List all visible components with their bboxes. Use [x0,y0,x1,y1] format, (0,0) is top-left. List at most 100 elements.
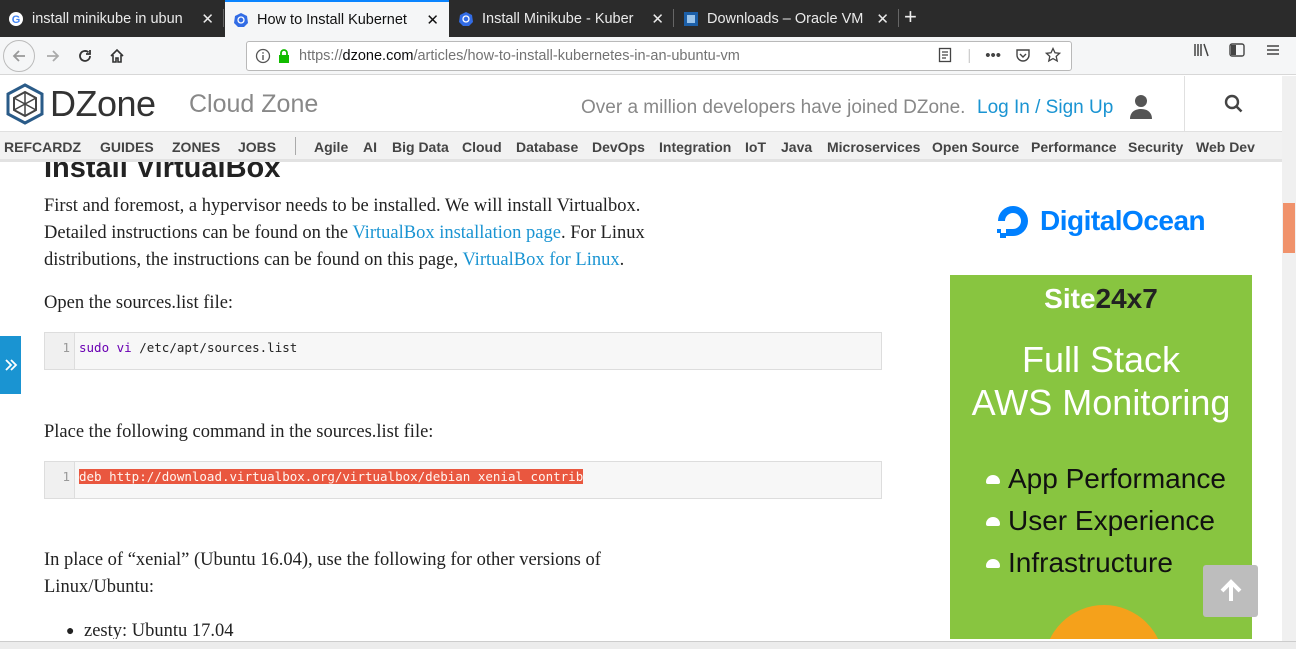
library-icon[interactable] [1192,41,1210,59]
code-keyword: vi [116,340,132,355]
ad-headline-2: AWS Monitoring [971,382,1231,423]
topic-big-data[interactable]: Big Data [392,139,449,155]
digitalocean-wordmark: DigitalOcean [1040,205,1206,236]
ad-list-item: User Experience [986,505,1215,537]
tab-dzone-article[interactable]: How to Install Kubernet ✕ [225,0,449,37]
toolbar-right [1192,41,1296,59]
digitalocean-logo[interactable]: DigitalOcean [994,202,1206,240]
virtualbox-linux-link[interactable]: VirtualBox for Linux [462,250,619,270]
intro-text-3: . For Linux [560,223,645,243]
lock-icon [279,49,289,63]
tab-oracle-downloads[interactable]: Downloads – Oracle VM ✕ [675,0,899,37]
dzone-logo[interactable]: DZone [4,83,156,125]
signup-link[interactable]: Sign Up [1046,97,1114,118]
tab-title: Downloads – Oracle VM [707,10,864,27]
topic-open-source[interactable]: Open Source [932,139,1019,155]
ad-item-text: User Experience [1008,505,1215,536]
zone-title[interactable]: Cloud Zone [189,90,318,119]
search-button[interactable] [1184,76,1282,132]
page-actions-icon[interactable]: ••• [985,47,1001,64]
ad-brand: Site24x7 [950,283,1252,315]
bookmark-star-icon[interactable] [1045,47,1061,63]
ad-headline-1: Full Stack [1021,339,1181,380]
tab-google-search[interactable]: G install minikube in ubun ✕ [0,0,224,37]
address-bar[interactable]: https://dzone.com/articles/how-to-instal… [246,41,1072,71]
topic-security[interactable]: Security [1128,139,1183,155]
virtualbox-install-link[interactable]: VirtualBox installation page [352,223,561,243]
scrollbar-thumb[interactable] [1283,203,1295,253]
intro-text-4: distributions, the instructions can be f… [44,250,463,270]
topic-java[interactable]: Java [781,139,812,155]
list-item: ● zesty: Ubuntu 17.04 [66,618,856,639]
nav-zones[interactable]: ZONES [172,139,220,155]
close-tab-icon[interactable]: ✕ [876,10,889,28]
paragraph-open-sources: Open the sources.list file: [44,293,234,313]
intro-text-5: . [619,250,625,270]
scroll-to-top-button[interactable] [1203,565,1258,617]
close-tab-icon[interactable]: ✕ [651,10,664,28]
reader-view-icon[interactable] [937,47,953,63]
ad-brand-24x7: 24x7 [1095,283,1158,314]
close-tab-icon[interactable]: ✕ [201,10,214,28]
url-path: /articles/how-to-install-kubernetes-in-a… [413,48,740,64]
url-text[interactable]: https://dzone.com/articles/how-to-instal… [299,48,740,64]
topic-microservices[interactable]: Microservices [827,139,920,155]
status-bar [0,641,1296,649]
auth-links: Log In / Sign Up [977,97,1113,119]
info-icon[interactable] [255,48,271,64]
new-tab-button[interactable]: + [904,4,917,30]
code-block-1[interactable]: 1 sudo vi /etc/apt/sources.list [44,332,882,370]
intro-text-1: First and foremost, a hypervisor needs t… [44,196,641,216]
page-scrollbar[interactable] [1282,76,1296,641]
double-chevron-right-icon [4,359,17,371]
topic-cloud[interactable]: Cloud [462,139,502,155]
nav-jobs[interactable]: JOBS [238,139,276,155]
tab-title: Install Minikube - Kuber [482,10,634,27]
auth-separator: / [1035,97,1041,118]
user-avatar-icon[interactable] [1128,93,1154,119]
sidebar-icon[interactable] [1228,41,1246,59]
forward-button[interactable] [40,41,66,71]
page-content: Install VirtualBox First and foremost, a… [0,162,1282,639]
tab-title: install minikube in ubun [32,10,183,27]
home-button[interactable] [104,41,130,71]
line-number: 1 [45,333,75,369]
selected-code-text: deb http://download.virtualbox.org/virtu… [79,469,584,484]
topic-integration[interactable]: Integration [659,139,731,155]
sidebar-toggle-button[interactable] [0,336,21,394]
pocket-icon[interactable] [1015,47,1031,63]
ad-list-item: App Performance [986,463,1226,495]
reload-button[interactable] [72,41,98,71]
tab-bar: G install minikube in ubun ✕ How to Inst… [0,0,1296,37]
topic-iot[interactable]: IoT [745,139,766,155]
code-block-2[interactable]: 1 deb http://download.virtualbox.org/vir… [44,461,882,499]
tagline: Over a million developers have joined DZ… [581,97,966,118]
hamburger-menu-icon[interactable] [1264,41,1282,59]
cloud-illustration-icon [1044,605,1164,639]
category-nav: REFCARDZ GUIDES ZONES JOBS Agile AI Big … [0,132,1282,162]
intro-text-2: Detailed instructions can be found on th… [44,223,353,243]
topic-performance[interactable]: Performance [1031,139,1117,155]
versions-text-1: In place of “xenial” (Ubuntu 16.04), use… [44,550,601,570]
ad-item-text: Infrastructure [1008,547,1173,578]
back-button[interactable] [3,40,35,72]
topic-web-dev[interactable]: Web Dev [1196,139,1255,155]
list-item-text: zesty: Ubuntu 17.04 [84,621,234,639]
search-icon [1224,94,1242,113]
topic-database[interactable]: Database [516,139,578,155]
tab-minikube[interactable]: Install Minikube - Kuber ✕ [450,0,674,37]
nav-refcardz[interactable]: REFCARDZ [4,139,81,155]
topic-devops[interactable]: DevOps [592,139,645,155]
cloud-bullet-icon [986,516,1000,526]
code-line: deb http://download.virtualbox.org/virtu… [79,469,584,484]
topic-ai[interactable]: AI [363,139,377,155]
paragraph-place-command: Place the following command in the sourc… [44,422,434,442]
paragraph-other-versions: In place of “xenial” (Ubuntu 16.04), use… [44,547,834,601]
topic-agile[interactable]: Agile [314,139,348,155]
nav-guides[interactable]: GUIDES [100,139,154,155]
close-tab-icon[interactable]: ✕ [426,11,439,29]
tab-separator [898,9,899,27]
cloud-bullet-icon [986,474,1000,484]
login-link[interactable]: Log In [977,97,1030,118]
versions-text-2: Linux/Ubuntu: [44,577,154,597]
